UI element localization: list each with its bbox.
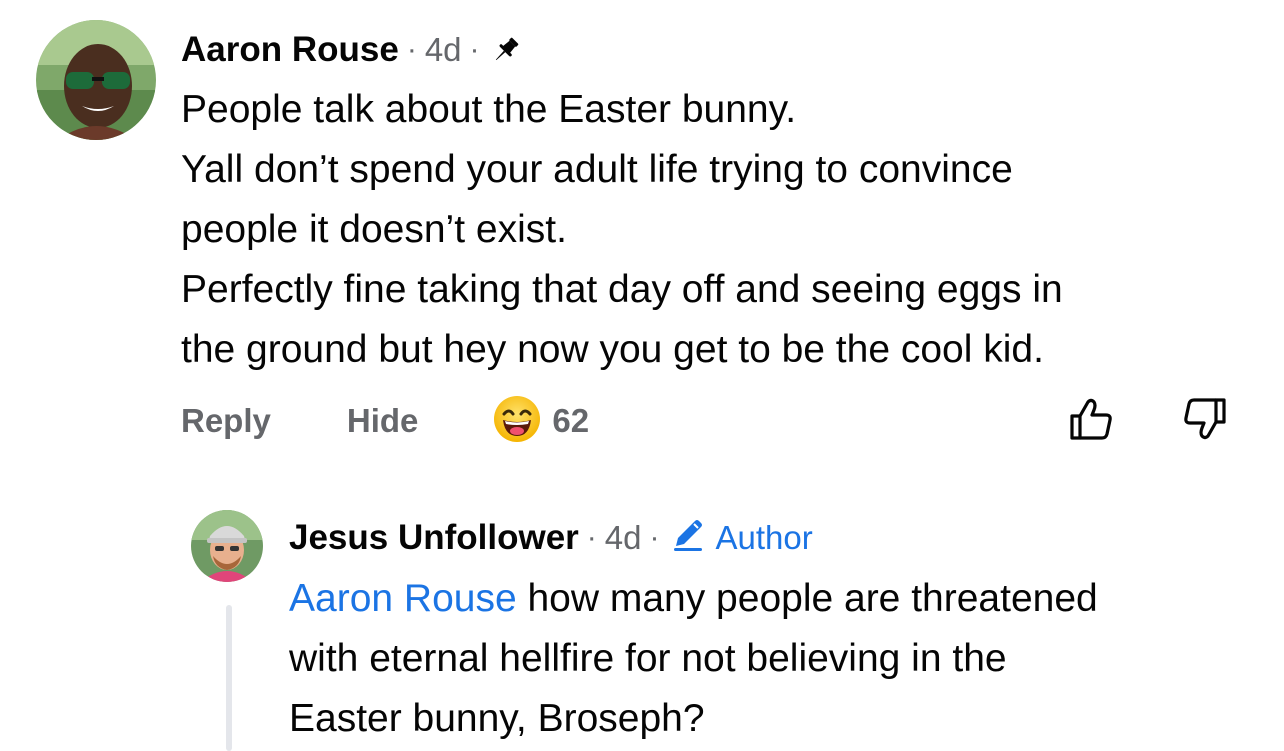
comment-text-line: the ground but hey now you get to be the… (181, 328, 1044, 371)
meta-separator: · (469, 33, 480, 66)
mention-link[interactable]: Aaron Rouse (289, 577, 517, 620)
comment-text: People talk about the Easter bunny. Yall… (181, 80, 1261, 380)
pin-icon (490, 34, 522, 66)
comment-header: Aaron Rouse · 4d · (181, 27, 522, 73)
reply-text-segment: how many people are threatened (516, 577, 1098, 620)
comment-author-name[interactable]: Aaron Rouse (181, 30, 399, 70)
commenter-avatar[interactable] (36, 20, 156, 140)
downvote-button[interactable] (1182, 396, 1228, 447)
comment-text-line: Yall don’t spend your adult life trying … (181, 148, 1013, 191)
reply-author-avatar[interactable] (191, 510, 263, 582)
reply-timestamp[interactable]: 4d (605, 519, 642, 557)
reply-text: Aaron Rouse how many people are threaten… (289, 569, 1269, 749)
reply-author-name[interactable]: Jesus Unfollower (289, 518, 579, 558)
reply-thread-line (226, 605, 232, 751)
reaction-summary[interactable]: 62 (492, 394, 589, 449)
reply-button[interactable]: Reply (181, 402, 271, 440)
hide-button[interactable]: Hide (347, 402, 419, 440)
thumbs-up-icon (1068, 398, 1114, 446)
meta-separator: · (586, 521, 597, 554)
upvote-button[interactable] (1068, 396, 1114, 447)
reaction-count: 62 (552, 402, 590, 439)
reply-text-line: with eternal hellfire for not believing … (289, 637, 1007, 680)
meta-separator: · (649, 521, 660, 554)
comment-text-line: People talk about the Easter bunny. (181, 88, 797, 131)
pencil-icon (670, 516, 716, 560)
laughing-face-icon (492, 394, 542, 449)
comment-text-line: Perfectly fine taking that day off and s… (181, 268, 1063, 311)
reply-header: Jesus Unfollower · 4d · Author (289, 515, 813, 561)
meta-separator: · (406, 33, 417, 66)
comment-timestamp[interactable]: 4d (425, 31, 462, 69)
author-badge-label: Author (715, 519, 813, 556)
thumbs-down-icon (1182, 398, 1228, 446)
reply-text-line: Easter bunny, Broseph? (289, 697, 705, 740)
comment-text-line: people it doesn’t exist. (181, 208, 567, 251)
reply-text-line: Aaron Rouse how many people are threaten… (289, 569, 1269, 629)
author-badge: Author (670, 516, 813, 560)
comment-actions: Reply Hide 62 (181, 394, 589, 449)
